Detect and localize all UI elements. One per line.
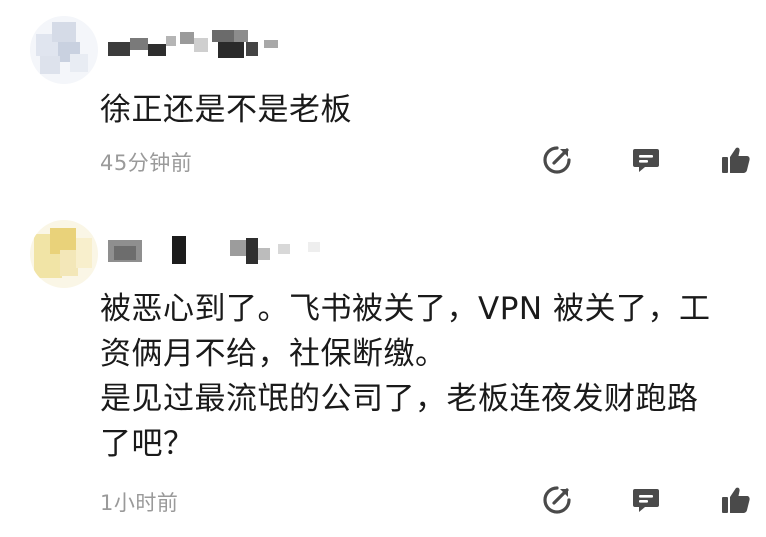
- like-button[interactable]: [720, 144, 752, 176]
- comment-item: 徐正还是不是老板 45分钟前: [0, 0, 766, 200]
- share-button[interactable]: [541, 144, 573, 176]
- comment-text-line: 是见过最流氓的公司了，老板连夜发财跑路: [100, 381, 699, 417]
- avatar[interactable]: [30, 220, 98, 288]
- reply-button[interactable]: [630, 144, 662, 176]
- share-button[interactable]: [541, 484, 573, 516]
- comment-text-line: 被恶心到了。飞书被关了，VPN 被关了，工: [100, 291, 711, 327]
- comment-meta: 45分钟前: [0, 140, 766, 180]
- thumbs-up-icon: [722, 147, 750, 173]
- username-redacted: [108, 28, 288, 58]
- share-icon: [543, 486, 571, 514]
- thumbs-up-icon: [722, 487, 750, 513]
- comment-text: 被恶心到了。飞书被关了，VPN 被关了，工 资俩月不给，社保断缴。 是见过最流氓…: [100, 287, 726, 467]
- timestamp: 1小时前: [100, 491, 179, 515]
- avatar[interactable]: [30, 16, 98, 84]
- comment-meta: 1小时前: [0, 480, 766, 520]
- comment-icon: [633, 149, 659, 172]
- comment-text-line: 了吧？: [100, 426, 195, 462]
- share-icon: [543, 146, 571, 174]
- like-button[interactable]: [720, 484, 752, 516]
- reply-button[interactable]: [630, 484, 662, 516]
- username-redacted: [108, 234, 328, 264]
- comment-text-line: 资俩月不给，社保断缴。: [100, 336, 447, 372]
- comment-icon: [633, 489, 659, 512]
- timestamp: 45分钟前: [100, 151, 193, 175]
- comment-text-line: 徐正还是不是老板: [100, 92, 352, 128]
- comment-text: 徐正还是不是老板: [100, 88, 726, 133]
